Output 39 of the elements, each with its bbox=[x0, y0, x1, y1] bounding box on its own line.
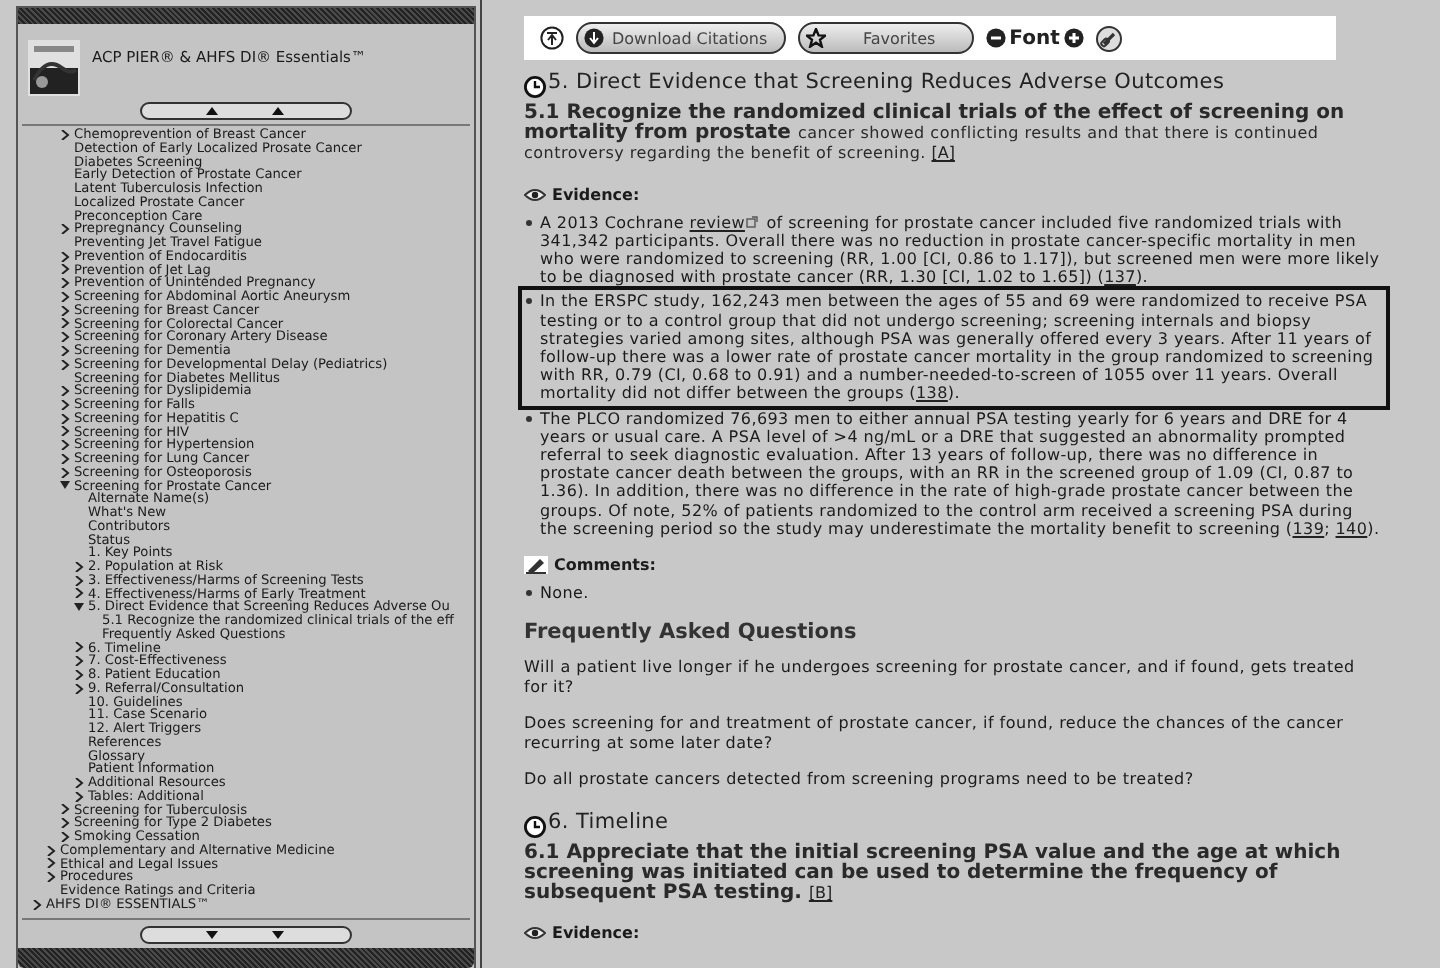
scroll-down-control[interactable] bbox=[140, 926, 352, 944]
back-to-top-icon[interactable] bbox=[540, 26, 564, 50]
reference-link[interactable]: review bbox=[689, 213, 745, 232]
reference-link[interactable]: 137 bbox=[1104, 268, 1136, 287]
reference-link[interactable]: 139 bbox=[1292, 519, 1325, 538]
clock-icon bbox=[524, 76, 546, 98]
plus-icon[interactable] bbox=[1063, 28, 1084, 48]
grade-link[interactable]: [B] bbox=[808, 884, 833, 903]
section-heading: 6. Timeline bbox=[548, 807, 669, 838]
section-heading: 5. Direct Evidence that Screening Reduces Adverse Outcomes bbox=[548, 68, 1225, 98]
scroll-up-control[interactable] bbox=[140, 102, 352, 120]
subsection-heading: 5.1 Recognize the randomized clinical trials of the effect of screening on mortality from prostate cancer showed conflicting results and that there is continued controversy regarding the benefit of screening. [A] bbox=[524, 104, 1347, 166]
comments-label: Comments: bbox=[554, 556, 656, 575]
clock-icon bbox=[524, 815, 546, 838]
download-citations-button[interactable]: Download Citations bbox=[576, 22, 786, 54]
star-icon bbox=[805, 28, 826, 48]
faq-heading: Frequently Asked Questions bbox=[524, 620, 859, 645]
favorites-button[interactable]: Favorites bbox=[797, 22, 974, 54]
comment-item: None. bbox=[524, 584, 1384, 603]
grade-link[interactable]: [A] bbox=[931, 144, 955, 163]
eye-icon bbox=[524, 187, 546, 202]
evidence-item: A 2013 Cochrane review of screening for prostate cancer included five randomized trials with 341,342 participants. Overall there was no reduction in prostate cancer-specific mortality in men who were randomized to screening (RR, 1.00 [CI, 0.86 to 1.17]), but screened men were more likely to be diagnosed with prostate cancer (RR, 1.30 [CI, 1.02 to 1.65]) (137). bbox=[524, 213, 1384, 287]
faq-question: Does screening for and treatment of prostate cancer, if found, reduce the chances of the cancer recurring at some later date? bbox=[524, 714, 1346, 753]
faq-question: Will a patient live longer if he undergoes screening for prostate cancer, and if found, gets treated for it? bbox=[524, 658, 1357, 697]
eye-icon bbox=[524, 926, 546, 941]
font-label: Font bbox=[1009, 27, 1060, 49]
faq-question: Do all prostate cancers detected from screening programs need to be treated? bbox=[524, 770, 1196, 790]
link-icon[interactable] bbox=[1095, 25, 1122, 51]
evidence-item: The PLCO randomized 76,693 men to either annual PSA testing yearly for 6 years and DRE for 4 years or usual care. A PSA level of >4 ng/mL or a DRE that suggested an abnormality prompted referral to seek diagnostic evaluation. After 13 years of follow-up, there was no difference in prostate cancer death between the groups, with an RR in the screened group of 1.09 (CI, 0.87 to 1.36). In addition, there was no difference in the rate of high-grade prostate cancer between the groups. Of note, 52% of patients randomized to the control arm received a screening PSA during the screening period so the study may underestimate the mortality benefit to screening (139; 140). bbox=[524, 409, 1384, 539]
pencil-icon bbox=[524, 556, 548, 575]
reference-link[interactable]: 140 bbox=[1335, 519, 1368, 538]
evidence-label: Evidence: bbox=[552, 924, 640, 943]
evidence-label: Evidence: bbox=[552, 185, 640, 204]
download-icon bbox=[584, 28, 604, 48]
evidence-item: In the ERSPC study, 162,243 men between the ages of 55 and 69 were randomized to receive PSA testing or to a control group that did not undergo screening; screening internals and biopsy strategies varied among sites, although PSA was generally offered every 3 years. After 11 years of follow-up there was a lower rate of prostate cancer mortality in the group randomized to screening with RR, 0.79 (CI, 0.68 to 0.91) and a number-needed-to-screen of 1055 over 11 years. Overall mortality did not differ between the groups (138). bbox=[524, 292, 1384, 404]
minus-icon[interactable] bbox=[985, 28, 1006, 48]
reference-link[interactable]: 138 bbox=[916, 384, 948, 403]
subsection-heading: 6.1 Appreciate that the initial screening PSA value and the age at which screening was initiated can be used to determine the frequency of subsequent PSA testing. [B] bbox=[524, 843, 1343, 905]
logo-icon bbox=[28, 40, 80, 96]
